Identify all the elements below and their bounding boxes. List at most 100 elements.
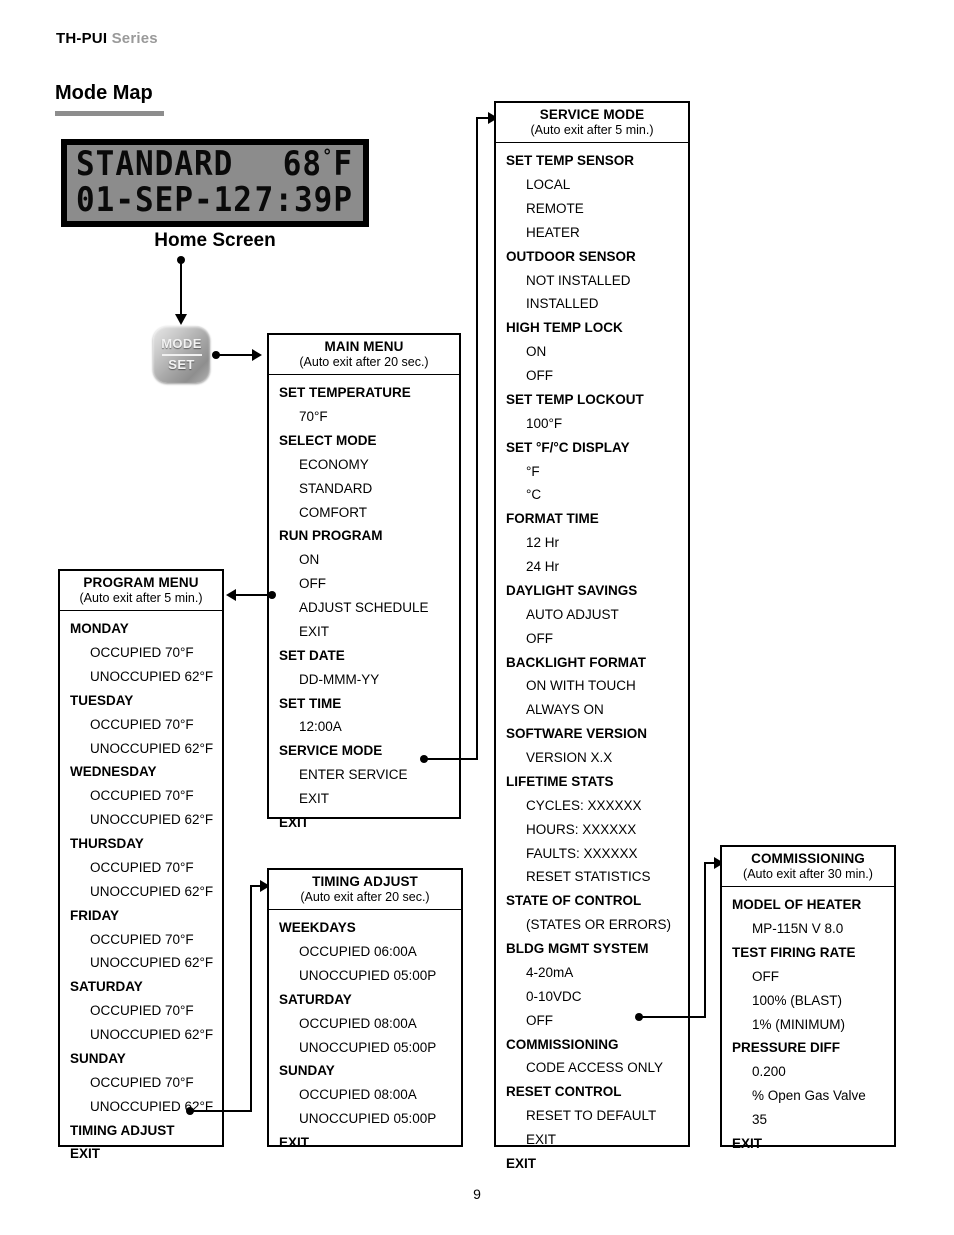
menu-item[interactable]: COMMISSIONING — [496, 1032, 688, 1056]
menu-item[interactable]: STATE OF CONTROL — [496, 889, 688, 913]
menu-item[interactable]: TEST FIRING RATE — [722, 941, 894, 965]
menu-item[interactable]: 0-10VDC — [496, 985, 688, 1009]
menu-item[interactable]: ON WITH TOUCH — [496, 674, 688, 698]
menu-item[interactable]: UNOCCUPIED 62°F — [60, 1095, 222, 1119]
menu-item[interactable]: FORMAT TIME — [496, 507, 688, 531]
menu-item[interactable]: RESET STATISTICS — [496, 865, 688, 889]
menu-item[interactable]: WEDNESDAY — [60, 760, 222, 784]
menu-item[interactable]: UNOCCUPIED 62°F — [60, 1023, 222, 1047]
menu-item[interactable]: EXIT — [269, 1131, 461, 1155]
menu-item[interactable]: OCCUPIED 06:00A — [269, 940, 461, 964]
menu-item[interactable]: THURSDAY — [60, 832, 222, 856]
menu-item[interactable]: OFF — [496, 364, 688, 388]
menu-item[interactable]: UNOCCUPIED 05:00P — [269, 1107, 461, 1131]
menu-item[interactable]: °F — [496, 459, 688, 483]
menu-item[interactable]: BACKLIGHT FORMAT — [496, 650, 688, 674]
menu-item[interactable]: COMFORT — [269, 500, 459, 524]
menu-item[interactable]: 70°F — [269, 405, 459, 429]
menu-item[interactable]: ON — [496, 340, 688, 364]
menu-item[interactable]: EXIT — [269, 787, 459, 811]
menu-item[interactable]: ON — [269, 548, 459, 572]
menu-item[interactable]: HOURS: XXXXXX — [496, 818, 688, 842]
menu-item[interactable]: SELECT MODE — [269, 429, 459, 453]
menu-item[interactable]: OCCUPIED 70°F — [60, 784, 222, 808]
menu-item[interactable]: STANDARD — [269, 477, 459, 501]
menu-item[interactable]: RUN PROGRAM — [269, 524, 459, 548]
menu-item[interactable]: BLDG MGMT SYSTEM — [496, 937, 688, 961]
menu-item[interactable]: 12 Hr — [496, 531, 688, 555]
menu-item[interactable]: SATURDAY — [60, 975, 222, 999]
menu-item[interactable]: °C — [496, 483, 688, 507]
menu-item[interactable]: CYCLES: XXXXXX — [496, 794, 688, 818]
menu-item[interactable]: HIGH TEMP LOCK — [496, 316, 688, 340]
menu-item[interactable]: OCCUPIED 08:00A — [269, 1012, 461, 1036]
menu-item[interactable]: EXIT — [496, 1152, 688, 1176]
menu-item[interactable]: 35 — [722, 1108, 894, 1132]
menu-item[interactable]: RESET TO DEFAULT — [496, 1104, 688, 1128]
menu-item[interactable]: 100°F — [496, 412, 688, 436]
menu-item[interactable]: AUTO ADJUST — [496, 603, 688, 627]
menu-item[interactable]: UNOCCUPIED 62°F — [60, 736, 222, 760]
menu-item[interactable]: OFF — [269, 572, 459, 596]
menu-item[interactable]: (STATES OR ERRORS) — [496, 913, 688, 937]
menu-item[interactable]: ENTER SERVICE — [269, 763, 459, 787]
menu-item[interactable]: OFF — [496, 1009, 688, 1033]
menu-item[interactable]: SATURDAY — [269, 988, 461, 1012]
menu-item[interactable]: SET DATE — [269, 644, 459, 668]
menu-item[interactable]: OCCUPIED 70°F — [60, 999, 222, 1023]
menu-item[interactable]: SOFTWARE VERSION — [496, 722, 688, 746]
menu-item[interactable]: OCCUPIED 70°F — [60, 713, 222, 737]
menu-item[interactable]: LIFETIME STATS — [496, 770, 688, 794]
menu-item[interactable]: 100% (BLAST) — [722, 989, 894, 1013]
menu-item[interactable]: REMOTE — [496, 197, 688, 221]
menu-item[interactable]: TIMING ADJUST — [60, 1118, 222, 1142]
menu-item[interactable]: ADJUST SCHEDULE — [269, 596, 459, 620]
menu-item[interactable]: 1% (MINIMUM) — [722, 1012, 894, 1036]
menu-item[interactable]: OCCUPIED 70°F — [60, 927, 222, 951]
menu-item[interactable]: VERSION X.X — [496, 746, 688, 770]
menu-item[interactable]: RESET CONTROL — [496, 1080, 688, 1104]
menu-item[interactable]: MONDAY — [60, 617, 222, 641]
menu-item[interactable]: OCCUPIED 70°F — [60, 856, 222, 880]
menu-item[interactable]: FRIDAY — [60, 904, 222, 928]
menu-item[interactable]: UNOCCUPIED 62°F — [60, 808, 222, 832]
menu-item[interactable]: UNOCCUPIED 05:00P — [269, 964, 461, 988]
menu-item[interactable]: MP-115N V 8.0 — [722, 917, 894, 941]
menu-item[interactable]: SET TEMP SENSOR — [496, 149, 688, 173]
menu-item[interactable]: 0.200 — [722, 1060, 894, 1084]
menu-item[interactable]: EXIT — [269, 620, 459, 644]
menu-item[interactable]: ALWAYS ON — [496, 698, 688, 722]
menu-item[interactable]: SUNDAY — [269, 1059, 461, 1083]
menu-item[interactable]: NOT INSTALLED — [496, 268, 688, 292]
menu-item[interactable]: FAULTS: XXXXXX — [496, 841, 688, 865]
menu-item[interactable]: CODE ACCESS ONLY — [496, 1056, 688, 1080]
menu-item[interactable]: WEEKDAYS — [269, 916, 461, 940]
menu-item[interactable]: EXIT — [722, 1132, 894, 1156]
menu-item[interactable]: ECONOMY — [269, 453, 459, 477]
menu-item[interactable]: UNOCCUPIED 05:00P — [269, 1035, 461, 1059]
menu-item[interactable]: OFF — [496, 627, 688, 651]
menu-item[interactable]: UNOCCUPIED 62°F — [60, 880, 222, 904]
menu-item[interactable]: PRESSURE DIFF — [722, 1036, 894, 1060]
mode-set-button[interactable]: MODE SET — [153, 326, 210, 383]
menu-item[interactable]: OCCUPIED 08:00A — [269, 1083, 461, 1107]
menu-item[interactable]: OUTDOOR SENSOR — [496, 245, 688, 269]
menu-item[interactable]: DD-MMM-YY — [269, 668, 459, 692]
menu-item[interactable]: % Open Gas Valve — [722, 1084, 894, 1108]
menu-item[interactable]: 24 Hr — [496, 555, 688, 579]
menu-item[interactable]: LOCAL — [496, 173, 688, 197]
menu-item[interactable]: DAYLIGHT SAVINGS — [496, 579, 688, 603]
menu-item[interactable]: SET TIME — [269, 691, 459, 715]
menu-item[interactable]: SET °F/°C DISPLAY — [496, 436, 688, 460]
menu-item[interactable]: EXIT — [60, 1142, 222, 1166]
menu-item[interactable]: EXIT — [496, 1128, 688, 1152]
menu-item[interactable]: SUNDAY — [60, 1047, 222, 1071]
menu-item[interactable]: TUESDAY — [60, 689, 222, 713]
menu-item[interactable]: HEATER — [496, 221, 688, 245]
menu-item[interactable]: 12:00A — [269, 715, 459, 739]
menu-item[interactable]: OCCUPIED 70°F — [60, 1071, 222, 1095]
menu-item[interactable]: INSTALLED — [496, 292, 688, 316]
menu-item[interactable]: EXIT — [269, 811, 459, 835]
menu-item[interactable]: UNOCCUPIED 62°F — [60, 951, 222, 975]
menu-item[interactable]: MODEL OF HEATER — [722, 893, 894, 917]
